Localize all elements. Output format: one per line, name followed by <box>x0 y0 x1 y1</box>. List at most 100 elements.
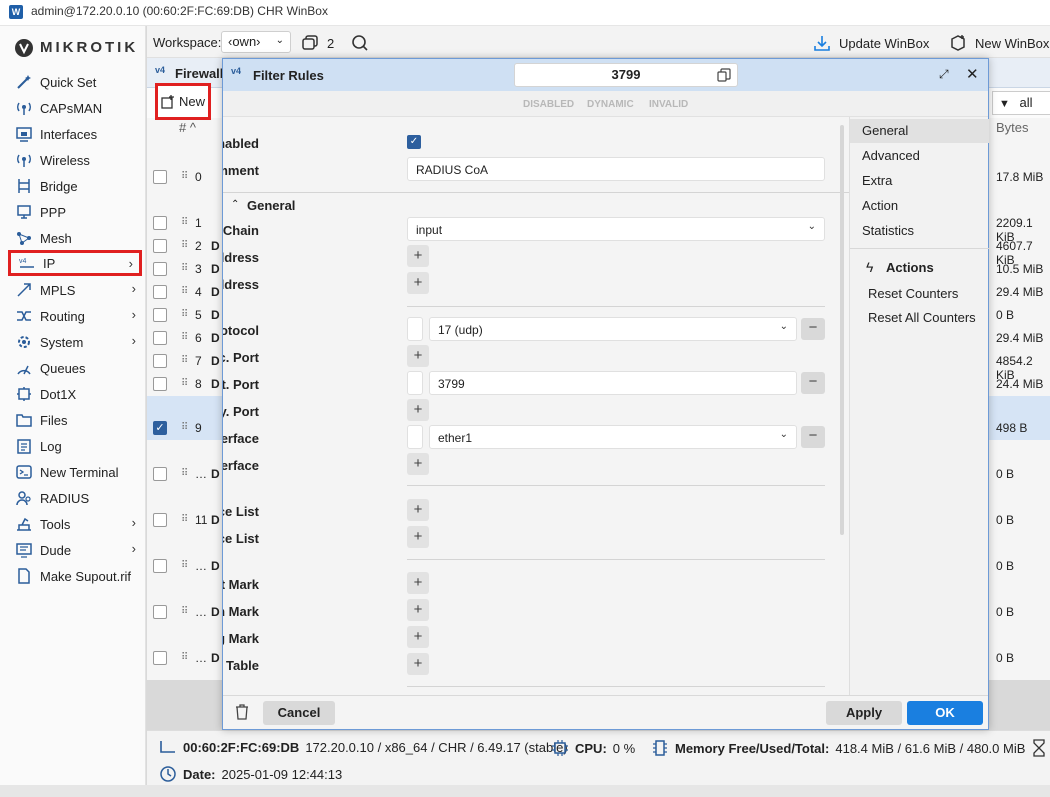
drag-handle-icon[interactable]: ⠿ <box>181 422 188 433</box>
add-src-port-button[interactable]: + <box>407 345 429 367</box>
row-checkbox[interactable] <box>153 285 167 299</box>
filter-all-button[interactable]: ▼ all <box>992 91 1050 115</box>
sidebar-item-files[interactable]: Files <box>8 408 142 432</box>
protocol-select[interactable]: 17 (udp) ⌄ <box>429 317 797 341</box>
row-checkbox[interactable] <box>153 331 167 345</box>
drag-handle-icon[interactable]: ⠿ <box>181 240 188 251</box>
protocol-negate-toggle[interactable] <box>407 317 423 341</box>
dst-port-negate-toggle[interactable] <box>407 371 423 395</box>
sidebar-item-ip[interactable]: v4 IP › <box>8 250 142 276</box>
update-winbox-button[interactable]: Update WinBox <box>813 34 929 52</box>
sidebar-item-queues[interactable]: Queues <box>8 356 142 380</box>
sidebar-item-tools[interactable]: Tools › <box>8 512 142 536</box>
tab-advanced[interactable]: Advanced <box>850 144 989 168</box>
sidebar-item-mpls[interactable]: MPLS › <box>8 278 142 302</box>
trash-icon[interactable] <box>235 704 249 720</box>
row-checkbox[interactable] <box>153 308 167 322</box>
drag-handle-icon[interactable]: ⠿ <box>181 468 188 479</box>
sidebar-item-dude[interactable]: Dude › <box>8 538 142 562</box>
tab-extra[interactable]: Extra <box>850 169 989 193</box>
row-checkbox[interactable] <box>153 262 167 276</box>
reset-all-counters-action[interactable]: Reset All Counters <box>868 310 976 325</box>
row-checkbox-checked[interactable]: ✓ <box>153 421 167 435</box>
add-connection-mark-button[interactable]: + <box>407 599 429 621</box>
reset-counters-action[interactable]: Reset Counters <box>868 286 958 301</box>
remove-protocol-button[interactable]: − <box>801 318 825 340</box>
tab-action[interactable]: Action <box>850 194 989 218</box>
add-packet-mark-button[interactable]: + <box>407 572 429 594</box>
row-checkbox[interactable] <box>153 651 167 665</box>
row-checkbox[interactable] <box>153 239 167 253</box>
row-checkbox[interactable] <box>153 513 167 527</box>
dst-port-field[interactable]: 3799 <box>429 371 797 395</box>
row-checkbox[interactable] <box>153 605 167 619</box>
sidebar-item-dot1x[interactable]: Dot1X <box>8 382 142 406</box>
drag-handle-icon[interactable]: ⠿ <box>181 514 188 525</box>
tab-general[interactable]: General <box>850 119 989 143</box>
windows-button[interactable]: 2 <box>301 34 334 52</box>
ok-button[interactable]: OK <box>907 701 983 725</box>
drag-handle-icon[interactable]: ⠿ <box>181 606 188 617</box>
form-scrollbar[interactable] <box>840 125 844 535</box>
remove-in-interface-button[interactable]: − <box>801 426 825 448</box>
sidebar-item-bridge[interactable]: Bridge <box>8 174 142 198</box>
row-checkbox[interactable] <box>153 377 167 391</box>
drag-handle-icon[interactable]: ⠿ <box>181 652 188 663</box>
drag-handle-icon[interactable]: ⠿ <box>181 171 188 182</box>
comment-field[interactable]: RADIUS CoA <box>407 157 825 181</box>
enabled-checkbox[interactable]: ✓ <box>407 135 421 149</box>
row-checkbox[interactable] <box>153 216 167 230</box>
row-checkbox[interactable] <box>153 559 167 573</box>
section-general[interactable]: General <box>247 198 295 213</box>
apply-button[interactable]: Apply <box>826 701 902 725</box>
remove-dst-port-button[interactable]: − <box>801 372 825 394</box>
drag-handle-icon[interactable]: ⠿ <box>181 332 188 343</box>
drag-handle-icon[interactable]: ⠿ <box>181 309 188 320</box>
column-bytes-header[interactable]: Bytes <box>996 120 1029 135</box>
cancel-button[interactable]: Cancel <box>263 701 335 725</box>
collapse-icon[interactable]: ⌃ <box>231 199 239 210</box>
sidebar-item-make-supout[interactable]: Make Supout.rif <box>8 564 142 588</box>
sidebar-item-system[interactable]: System › <box>8 330 142 354</box>
row-checkbox[interactable] <box>153 467 167 481</box>
add-routing-table-button[interactable]: + <box>407 653 429 675</box>
add-any-port-button[interactable]: + <box>407 399 429 421</box>
sidebar-item-quick-set[interactable]: Quick Set <box>8 70 142 94</box>
add-out-interface-button[interactable]: + <box>407 453 429 475</box>
sidebar-item-new-terminal[interactable]: New Terminal <box>8 460 142 484</box>
chain-select[interactable]: input ⌄ <box>407 217 825 241</box>
drag-handle-icon[interactable]: ⠿ <box>181 263 188 274</box>
sidebar-item-log[interactable]: Log <box>8 434 142 458</box>
add-in-interface-list-button[interactable]: + <box>407 499 429 521</box>
new-winbox-button[interactable]: New WinBox <box>949 34 1049 52</box>
drag-handle-icon[interactable]: ⠿ <box>181 355 188 366</box>
add-out-interface-list-button[interactable]: + <box>407 526 429 548</box>
copy-icon[interactable] <box>717 68 731 82</box>
search-button[interactable] <box>351 34 369 52</box>
new-rule-button[interactable]: New <box>155 83 211 120</box>
sidebar-item-routing[interactable]: Routing › <box>8 304 142 328</box>
drag-handle-icon[interactable]: ⠿ <box>181 378 188 389</box>
workspace-select[interactable]: ‹own› ⌄ <box>221 31 291 53</box>
row-checkbox[interactable] <box>153 170 167 184</box>
drag-handle-icon[interactable]: ⠿ <box>181 286 188 297</box>
in-interface-select[interactable]: ether1 ⌄ <box>429 425 797 449</box>
sidebar-item-mesh[interactable]: Mesh <box>8 226 142 250</box>
add-src-address-button[interactable]: + <box>407 245 429 267</box>
sidebar-item-ppp[interactable]: PPP <box>8 200 142 224</box>
sidebar-item-wireless[interactable]: Wireless <box>8 148 142 172</box>
in-interface-negate-toggle[interactable] <box>407 425 423 449</box>
sidebar-item-interfaces[interactable]: Interfaces <box>8 122 142 146</box>
row-checkbox[interactable] <box>153 354 167 368</box>
expand-icon[interactable]: ⤢ <box>939 67 949 82</box>
add-routing-mark-button[interactable]: + <box>407 626 429 648</box>
sidebar-item-capsman[interactable]: CAPsMAN <box>8 96 142 120</box>
drag-handle-icon[interactable]: ⠿ <box>181 217 188 228</box>
close-icon[interactable]: ✕ <box>966 65 979 83</box>
tab-statistics[interactable]: Statistics <box>850 219 989 243</box>
drag-handle-icon[interactable]: ⠿ <box>181 560 188 571</box>
add-dst-address-button[interactable]: + <box>407 272 429 294</box>
column-number-header[interactable]: # ^ <box>179 120 196 135</box>
sidebar-item-radius[interactable]: RADIUS <box>8 486 142 510</box>
dialog-header[interactable]: v4 Filter Rules 3799 ⤢ ✕ <box>223 59 988 91</box>
